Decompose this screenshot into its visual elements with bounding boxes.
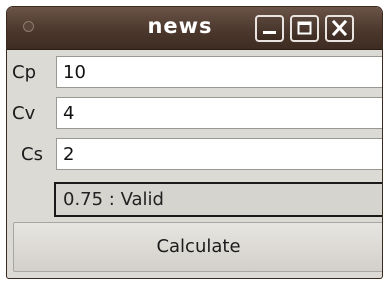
cv-input[interactable] xyxy=(56,97,382,129)
close-button[interactable] xyxy=(325,15,354,42)
minimize-button[interactable] xyxy=(255,15,284,42)
maximize-button[interactable] xyxy=(290,15,319,42)
close-icon xyxy=(331,19,348,37)
calculate-button[interactable]: Calculate xyxy=(13,222,382,272)
result-display: 0.75 : Valid xyxy=(54,182,382,217)
maximize-icon xyxy=(297,21,312,35)
cv-label: Cv xyxy=(12,103,36,124)
window-menu-icon[interactable] xyxy=(23,21,34,32)
app-window: news Cp Cv Cs 0.75 : Valid Calculate xyxy=(6,6,383,279)
cs-input[interactable] xyxy=(56,138,382,170)
minimize-icon xyxy=(263,31,276,34)
cp-input[interactable] xyxy=(56,56,382,88)
cs-label: Cs xyxy=(21,144,43,165)
title-bar[interactable]: news xyxy=(7,7,382,50)
window-title: news xyxy=(147,14,213,38)
cp-label: Cp xyxy=(12,62,36,83)
